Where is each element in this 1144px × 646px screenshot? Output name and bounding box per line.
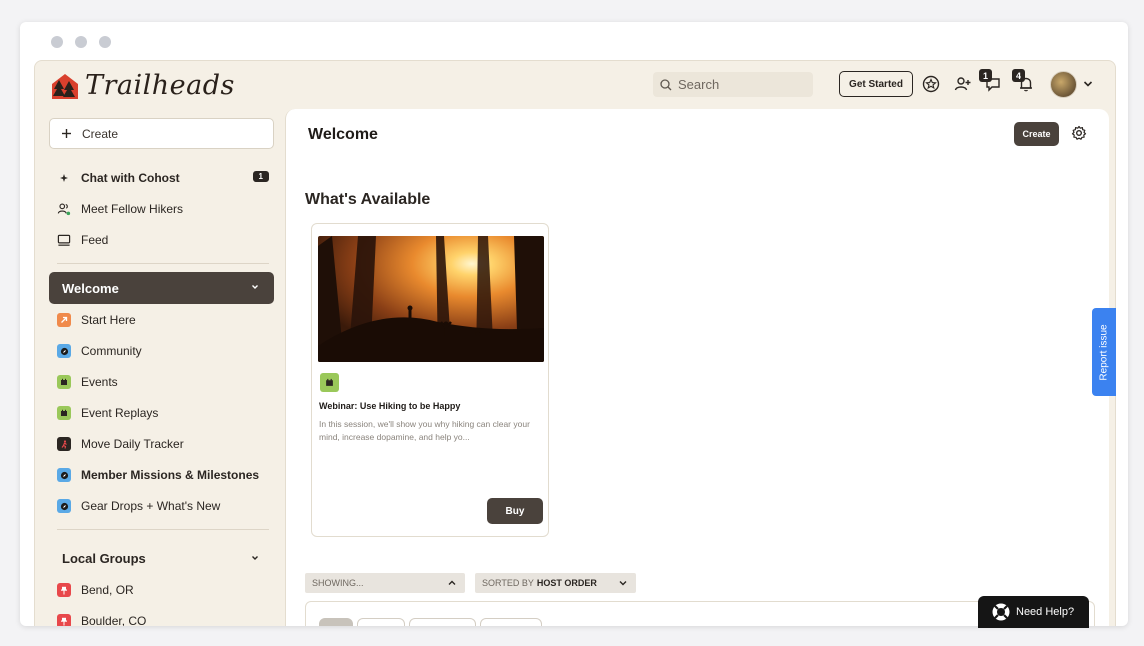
sidebar-create-button[interactable]: Create <box>49 118 274 149</box>
arrow-up-right-icon <box>57 313 71 327</box>
chat-count-badge: 1 <box>252 171 269 182</box>
sidebar-item-community[interactable]: Community <box>57 341 269 361</box>
sidebar-item-label: Bend, OR <box>81 583 134 597</box>
sidebar-item-label: Feed <box>81 233 109 247</box>
main-content: Welcome Create What's Available Webinar:… <box>285 109 1109 626</box>
messages-icon[interactable]: 1 <box>979 69 1003 94</box>
chevron-down-icon <box>252 556 258 560</box>
showing-filter[interactable]: SHOWING... <box>305 573 465 593</box>
people-icon <box>57 202 71 216</box>
create-button[interactable]: Create <box>1014 122 1059 146</box>
page-title: Welcome <box>308 126 378 143</box>
sidebar-item-label: Member Missions & Milestones <box>81 468 260 482</box>
window-dot-close[interactable] <box>51 36 63 48</box>
calendar-icon <box>320 373 339 392</box>
sidebar-item-label: Chat with Cohost <box>81 171 180 185</box>
sidebar-item-label: Move Daily Tracker <box>81 437 184 451</box>
report-issue-label: Report issue <box>1098 323 1110 381</box>
card-image <box>318 236 544 362</box>
need-help-label: Need Help? <box>1016 606 1075 618</box>
results-panel <box>305 601 1095 626</box>
runner-icon <box>57 437 71 451</box>
report-issue-tab[interactable]: Report issue <box>1092 308 1116 396</box>
calendar-icon <box>57 406 71 420</box>
need-help-button[interactable]: Need Help? <box>978 596 1089 628</box>
showing-label: SHOWING... <box>312 578 364 588</box>
search-icon <box>660 78 672 90</box>
sidebar-section-welcome[interactable]: Welcome <box>49 272 274 304</box>
sidebar-item-meet-fellow-hikers[interactable]: Meet Fellow Hikers <box>57 199 269 219</box>
brand-logo[interactable]: Trailheads <box>51 70 235 101</box>
compass-icon <box>57 344 71 358</box>
sidebar-item-label: Events <box>81 375 118 389</box>
filter-tab[interactable] <box>409 618 476 626</box>
sidebar-divider <box>57 529 269 530</box>
gear-icon[interactable] <box>1071 125 1087 141</box>
filter-tab[interactable] <box>480 618 542 626</box>
feed-icon <box>57 233 71 247</box>
top-header: Trailheads Search Get Started 1 4 <box>35 61 1115 109</box>
filter-tab[interactable] <box>319 618 353 626</box>
sidebar-item-label: Event Replays <box>81 406 159 420</box>
offering-card[interactable]: Webinar: Use Hiking to be Happy In this … <box>311 223 549 537</box>
sidebar-item-start-here[interactable]: Start Here <box>57 310 269 330</box>
sort-filter[interactable]: SORTED BY HOST ORDER <box>475 573 636 593</box>
calendar-icon <box>57 375 71 389</box>
window-dot-maximize[interactable] <box>99 36 111 48</box>
sidebar: Create Chat with Cohost 1 Meet Fellow Hi… <box>35 109 285 626</box>
sparkle-icon <box>57 171 71 185</box>
pin-icon <box>57 614 71 626</box>
sidebar-item-move-daily-tracker[interactable]: Move Daily Tracker <box>57 434 269 454</box>
bell-icon[interactable]: 4 <box>1012 69 1036 94</box>
sidebar-item-events[interactable]: Events <box>57 372 269 392</box>
search-bar[interactable]: Search <box>653 72 813 97</box>
add-person-icon[interactable] <box>953 74 973 94</box>
sidebar-section-local-groups[interactable]: Local Groups <box>62 551 260 566</box>
plus-icon <box>62 129 71 138</box>
sidebar-create-label: Create <box>82 126 119 141</box>
compass-icon <box>57 499 71 513</box>
sidebar-item-label: Start Here <box>81 313 136 327</box>
lifebuoy-icon <box>992 603 1010 621</box>
sidebar-item-bend-or[interactable]: Bend, OR <box>57 580 269 600</box>
window-controls <box>51 36 111 48</box>
notifications-badge: 4 <box>1012 69 1025 82</box>
sidebar-item-event-replays[interactable]: Event Replays <box>57 403 269 423</box>
pin-icon <box>57 583 71 597</box>
sort-prefix: SORTED BY <box>482 578 534 588</box>
messages-badge: 1 <box>979 69 992 82</box>
sidebar-item-label: Community <box>81 344 142 358</box>
sidebar-item-gear-drops[interactable]: Gear Drops + What's New <box>57 496 269 516</box>
chevron-down-icon <box>619 581 627 586</box>
section-title: What's Available <box>305 191 431 208</box>
sidebar-item-boulder-co[interactable]: Boulder, CO <box>57 611 269 626</box>
sidebar-item-feed[interactable]: Feed <box>57 230 269 250</box>
sidebar-item-label: Meet Fellow Hikers <box>81 202 184 216</box>
brand-name: Trailheads <box>85 70 235 101</box>
sidebar-divider <box>57 263 269 264</box>
sidebar-item-label: Boulder, CO <box>81 614 147 626</box>
section-title: Local Groups <box>62 551 146 566</box>
sidebar-item-label: Gear Drops + What's New <box>81 499 221 513</box>
chevron-up-icon <box>448 580 456 585</box>
browser-window: Trailheads Search Get Started 1 4 Create… <box>20 22 1128 626</box>
card-title: Webinar: Use Hiking to be Happy <box>319 401 461 411</box>
logo-mark-icon <box>52 73 78 99</box>
filter-tab[interactable] <box>357 618 405 626</box>
chevron-down-icon[interactable] <box>1082 78 1094 90</box>
app-shell: Trailheads Search Get Started 1 4 Create… <box>34 60 1116 626</box>
search-placeholder: Search <box>678 77 720 92</box>
user-avatar[interactable] <box>1050 71 1077 98</box>
buy-button[interactable]: Buy <box>487 498 543 524</box>
sort-value: HOST ORDER <box>536 578 597 588</box>
sidebar-item-member-missions[interactable]: Member Missions & Milestones <box>57 465 269 485</box>
window-dot-minimize[interactable] <box>75 36 87 48</box>
sidebar-item-chat-with-cohost[interactable]: Chat with Cohost 1 <box>57 168 269 188</box>
compass-icon <box>57 468 71 482</box>
card-description: In this session, we'll show you why hiki… <box>319 419 530 442</box>
star-badge-icon[interactable] <box>921 74 941 94</box>
section-title: Welcome <box>62 280 119 296</box>
get-started-button[interactable]: Get Started <box>839 71 913 97</box>
chevron-down-icon <box>252 285 258 289</box>
